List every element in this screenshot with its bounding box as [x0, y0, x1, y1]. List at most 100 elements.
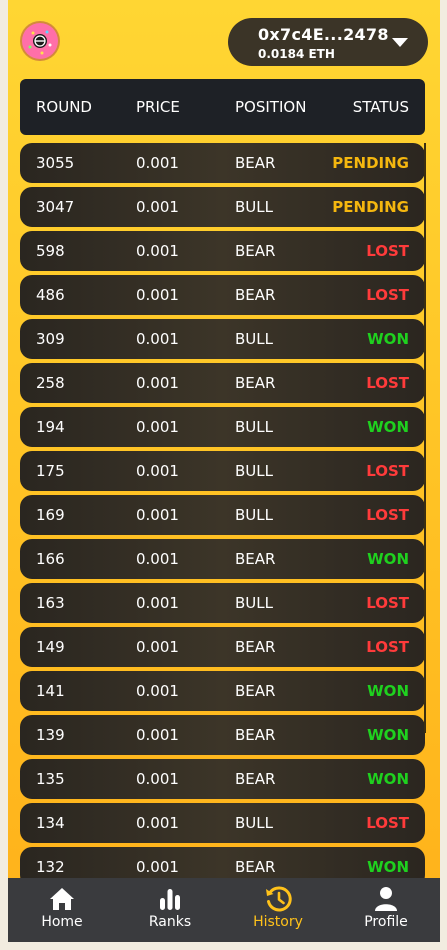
row-position: BEAR	[235, 770, 276, 788]
table-row[interactable]: 141 0.001 BEAR WON	[20, 671, 425, 711]
row-price: 0.001	[136, 682, 179, 700]
row-round: 135	[36, 770, 65, 788]
history-table-body[interactable]: 3055 0.001 BEAR PENDING 3047 0.001 BULL PENDING…	[20, 143, 425, 891]
row-price: 0.001	[136, 154, 179, 172]
row-price: 0.001	[136, 770, 179, 788]
nav-history-label: History	[253, 914, 303, 930]
row-round: 3055	[36, 154, 75, 172]
row-price: 0.001	[136, 550, 179, 568]
table-row[interactable]: 3047 0.001 BULL PENDING	[20, 187, 425, 227]
row-position: BULL	[235, 198, 273, 216]
row-price: 0.001	[136, 286, 179, 304]
row-price: 0.001	[136, 594, 179, 612]
nav-profile[interactable]: Profile	[332, 878, 440, 942]
table-row[interactable]: 169 0.001 BULL LOST	[20, 495, 425, 535]
row-price: 0.001	[136, 858, 179, 876]
row-price: 0.001	[136, 198, 179, 216]
table-row[interactable]: 134 0.001 BULL LOST	[20, 803, 425, 843]
row-position: BEAR	[235, 550, 276, 568]
row-price: 0.001	[136, 242, 179, 260]
row-round: 169	[36, 506, 65, 524]
table-row[interactable]: 3055 0.001 BEAR PENDING	[20, 143, 425, 183]
row-price: 0.001	[136, 726, 179, 744]
history-table-header: ROUND PRICE POSITION STATUS	[20, 79, 425, 135]
wallet-balance: 0.0184 ETH	[258, 47, 335, 61]
header-price: PRICE	[136, 98, 180, 116]
scrollbar[interactable]	[424, 143, 426, 733]
row-status: LOST	[366, 242, 409, 260]
row-round: 139	[36, 726, 65, 744]
table-row[interactable]: 598 0.001 BEAR LOST	[20, 231, 425, 271]
row-status: WON	[367, 726, 409, 744]
home-icon	[50, 888, 74, 910]
user-icon	[375, 887, 397, 911]
table-row[interactable]: 135 0.001 BEAR WON	[20, 759, 425, 799]
table-row[interactable]: 258 0.001 BEAR LOST	[20, 363, 425, 403]
nav-history[interactable]: History	[224, 878, 332, 942]
wallet-address: 0x7c4E...2478	[258, 25, 389, 44]
row-status: WON	[367, 550, 409, 568]
row-round: 194	[36, 418, 65, 436]
row-round: 309	[36, 330, 65, 348]
row-status: WON	[367, 330, 409, 348]
row-status: WON	[367, 418, 409, 436]
history-icon	[266, 886, 292, 912]
row-position: BEAR	[235, 638, 276, 656]
row-round: 163	[36, 594, 65, 612]
row-position: BEAR	[235, 682, 276, 700]
row-round: 166	[36, 550, 65, 568]
row-price: 0.001	[136, 374, 179, 392]
row-position: BULL	[235, 418, 273, 436]
chevron-down-icon	[392, 38, 408, 47]
row-round: 141	[36, 682, 65, 700]
row-position: BULL	[235, 330, 273, 348]
nav-home[interactable]: Home	[8, 878, 116, 942]
wallet-dropdown[interactable]: 0x7c4E...2478 0.0184 ETH	[228, 18, 428, 66]
row-round: 258	[36, 374, 65, 392]
table-row[interactable]: 194 0.001 BULL WON	[20, 407, 425, 447]
table-row[interactable]: 175 0.001 BULL LOST	[20, 451, 425, 491]
row-status: LOST	[366, 286, 409, 304]
nav-home-label: Home	[41, 914, 83, 930]
row-position: BULL	[235, 814, 273, 832]
row-status: LOST	[366, 594, 409, 612]
table-row[interactable]: 486 0.001 BEAR LOST	[20, 275, 425, 315]
row-position: BEAR	[235, 286, 276, 304]
row-price: 0.001	[136, 462, 179, 480]
table-row[interactable]: 163 0.001 BULL LOST	[20, 583, 425, 623]
header-position: POSITION	[235, 98, 307, 116]
row-status: LOST	[366, 462, 409, 480]
row-round: 175	[36, 462, 65, 480]
nav-ranks-label: Ranks	[148, 914, 192, 930]
row-status: LOST	[366, 374, 409, 392]
header-status: STATUS	[352, 98, 409, 116]
donut-logo-icon[interactable]	[18, 19, 62, 63]
row-round: 149	[36, 638, 65, 656]
bottom-nav: Home Ranks History Profile	[8, 878, 440, 942]
table-row[interactable]: 149 0.001 BEAR LOST	[20, 627, 425, 667]
row-position: BEAR	[235, 726, 276, 744]
table-row[interactable]: 309 0.001 BULL WON	[20, 319, 425, 359]
table-row[interactable]: 139 0.001 BEAR WON	[20, 715, 425, 755]
header-round: ROUND	[36, 98, 92, 116]
row-round: 598	[36, 242, 65, 260]
row-round: 134	[36, 814, 65, 832]
row-price: 0.001	[136, 418, 179, 436]
row-status: PENDING	[332, 154, 409, 172]
row-position: BEAR	[235, 242, 276, 260]
row-price: 0.001	[136, 506, 179, 524]
table-row[interactable]: 166 0.001 BEAR WON	[20, 539, 425, 579]
row-position: BULL	[235, 594, 273, 612]
row-status: PENDING	[332, 198, 409, 216]
app-frame: 0x7c4E...2478 0.0184 ETH ROUND PRICE POS…	[8, 0, 440, 942]
row-round: 132	[36, 858, 65, 876]
row-round: 486	[36, 286, 65, 304]
row-status: LOST	[366, 814, 409, 832]
row-position: BEAR	[235, 374, 276, 392]
nav-ranks[interactable]: Ranks	[116, 878, 224, 942]
row-position: BEAR	[235, 154, 276, 172]
row-price: 0.001	[136, 814, 179, 832]
row-position: BULL	[235, 506, 273, 524]
row-price: 0.001	[136, 330, 179, 348]
row-price: 0.001	[136, 638, 179, 656]
